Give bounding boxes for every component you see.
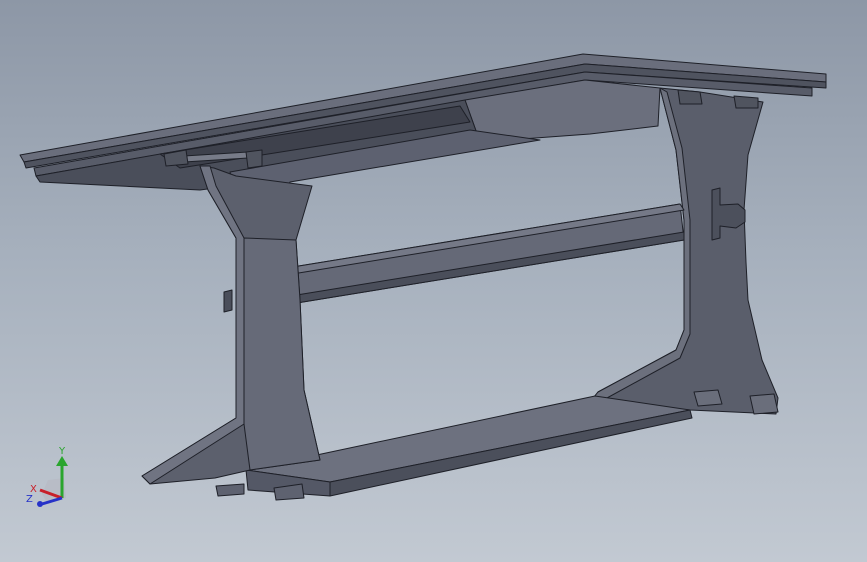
table-frame-model[interactable]: [19, 53, 827, 501]
graphics-viewport[interactable]: Y X Z: [0, 0, 867, 562]
floor-foot-tab: [215, 483, 245, 497]
back-leg-foot-tab: [749, 393, 779, 415]
back-leg-top-tab: [733, 95, 759, 109]
back-leg-top-tab: [677, 89, 703, 105]
middle-stretcher[interactable]: [261, 203, 685, 309]
left-top-bracket: [245, 149, 263, 169]
3d-model-view[interactable]: [0, 0, 867, 562]
back-leg-foot-tab: [693, 389, 723, 407]
front-leg[interactable]: [141, 165, 321, 485]
front-leg-notch: [223, 289, 233, 313]
